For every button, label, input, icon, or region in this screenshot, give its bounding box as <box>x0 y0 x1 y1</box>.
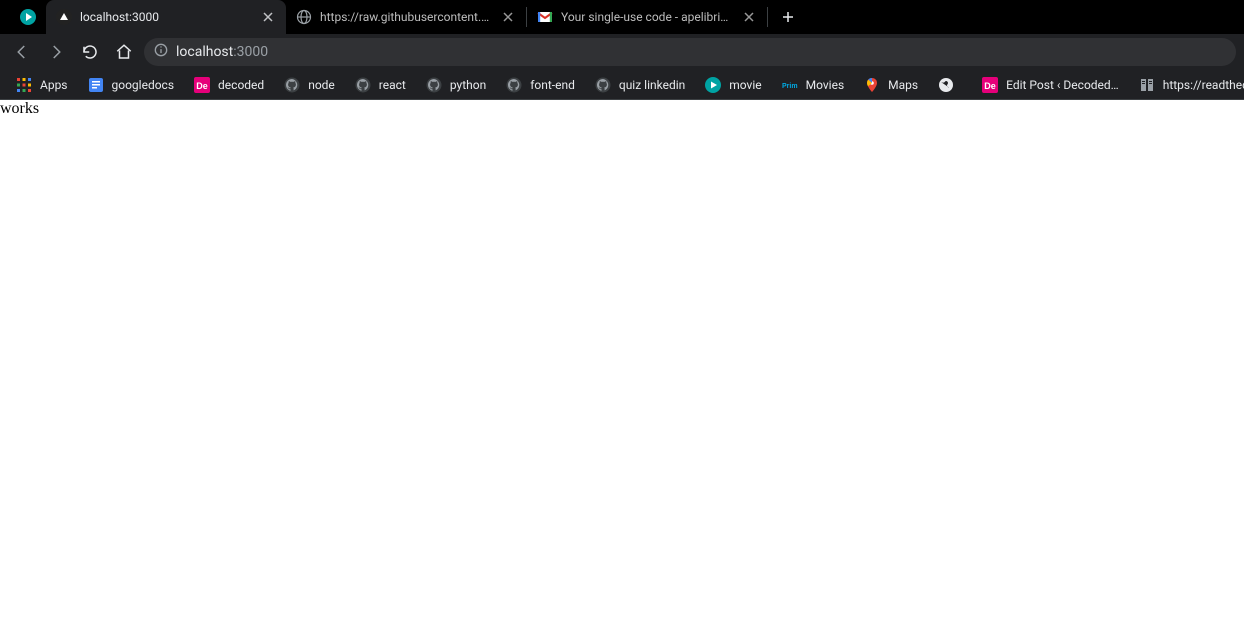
triangle-icon <box>56 9 72 25</box>
svg-text:De: De <box>984 81 996 91</box>
apps-grid-icon <box>16 77 32 93</box>
tab-title: https://raw.githubusercontent.co <box>320 10 492 24</box>
bookmark-label: react <box>379 78 406 92</box>
page-content: works <box>0 100 1244 118</box>
site-info-icon[interactable] <box>154 43 168 61</box>
bookmark-movie[interactable]: movie <box>697 73 769 97</box>
bookmark-label: https://readthedocs.… <box>1163 78 1244 92</box>
bookmark-quiz-linkedin[interactable]: quiz linkedin <box>587 73 693 97</box>
url-host: localhost <box>176 44 233 60</box>
bookmark-react[interactable]: react <box>347 73 414 97</box>
github-icon <box>355 77 371 93</box>
svg-text:Prim: Prim <box>782 83 798 90</box>
bookmark-edit-post[interactable]: De Edit Post ‹ Decoded… <box>974 73 1127 97</box>
gdocs-icon <box>88 77 104 93</box>
bookmark-label: decoded <box>218 78 264 92</box>
toolbar: localhost:3000 <box>0 34 1244 70</box>
bookmark-label: quiz linkedin <box>619 78 685 92</box>
window-icon <box>10 0 46 34</box>
reload-button[interactable] <box>76 38 104 66</box>
tab-title: Your single-use code - apelibrian <box>561 10 733 24</box>
de-pink-icon: De <box>982 77 998 93</box>
bookmark-movies[interactable]: Prim Movies <box>774 73 853 97</box>
prime-icon: Prim <box>782 77 798 93</box>
gmail-icon <box>537 9 553 25</box>
new-tab-button[interactable] <box>774 3 802 31</box>
globe-icon <box>296 9 312 25</box>
bookmark-node[interactable]: node <box>276 73 343 97</box>
close-icon[interactable] <box>500 9 516 25</box>
tab-separator <box>767 7 768 27</box>
github-icon <box>506 77 522 93</box>
back-button[interactable] <box>8 38 36 66</box>
gmaps-icon <box>864 77 880 93</box>
bookmark-globe[interactable] <box>930 73 970 97</box>
bookmark-label: googledocs <box>112 78 175 92</box>
url-rest: :3000 <box>233 44 268 60</box>
bookmark-label: Edit Post ‹ Decoded… <box>1006 78 1119 92</box>
github-icon <box>595 77 611 93</box>
address-bar[interactable]: localhost:3000 <box>144 38 1236 66</box>
bookmark-decoded[interactable]: De decoded <box>186 73 272 97</box>
bookmark-python[interactable]: python <box>418 73 494 97</box>
bookmark-label: font-end <box>530 78 575 92</box>
forward-button[interactable] <box>42 38 70 66</box>
tab-strip: localhost:3000 https://raw.githubusercon… <box>0 0 1244 34</box>
bookmark-apps[interactable]: Apps <box>8 73 76 97</box>
tab-2[interactable]: Your single-use code - apelibrian <box>527 0 767 34</box>
bookmark-label: movie <box>729 78 761 92</box>
bookmark-googledocs[interactable]: googledocs <box>80 73 183 97</box>
bookmark-readthedocs[interactable]: https://readthedocs.… <box>1131 73 1244 97</box>
close-icon[interactable] <box>260 9 276 25</box>
page-body-text: works <box>0 100 39 117</box>
de-pink-icon: De <box>194 77 210 93</box>
tab-title: localhost:3000 <box>80 10 252 24</box>
home-button[interactable] <box>110 38 138 66</box>
github-icon <box>284 77 300 93</box>
bookmark-label: node <box>308 78 335 92</box>
play-teal-icon <box>705 77 721 93</box>
close-icon[interactable] <box>741 9 757 25</box>
bookmark-label: Apps <box>40 78 68 92</box>
rtd-icon <box>1139 77 1155 93</box>
bookmark-font-end[interactable]: font-end <box>498 73 583 97</box>
bookmarks-bar: Apps googledocs De decoded node react py… <box>0 70 1244 100</box>
url-text: localhost:3000 <box>176 44 268 60</box>
globe-white-icon <box>938 77 954 93</box>
tab-0[interactable]: localhost:3000 <box>46 0 286 34</box>
github-icon <box>426 77 442 93</box>
bookmark-label: Movies <box>806 78 845 92</box>
bookmark-maps[interactable]: Maps <box>856 73 926 97</box>
bookmark-label: Maps <box>888 78 918 92</box>
bookmark-label: python <box>450 78 486 92</box>
svg-text:De: De <box>196 81 208 91</box>
tab-1[interactable]: https://raw.githubusercontent.co <box>286 0 526 34</box>
